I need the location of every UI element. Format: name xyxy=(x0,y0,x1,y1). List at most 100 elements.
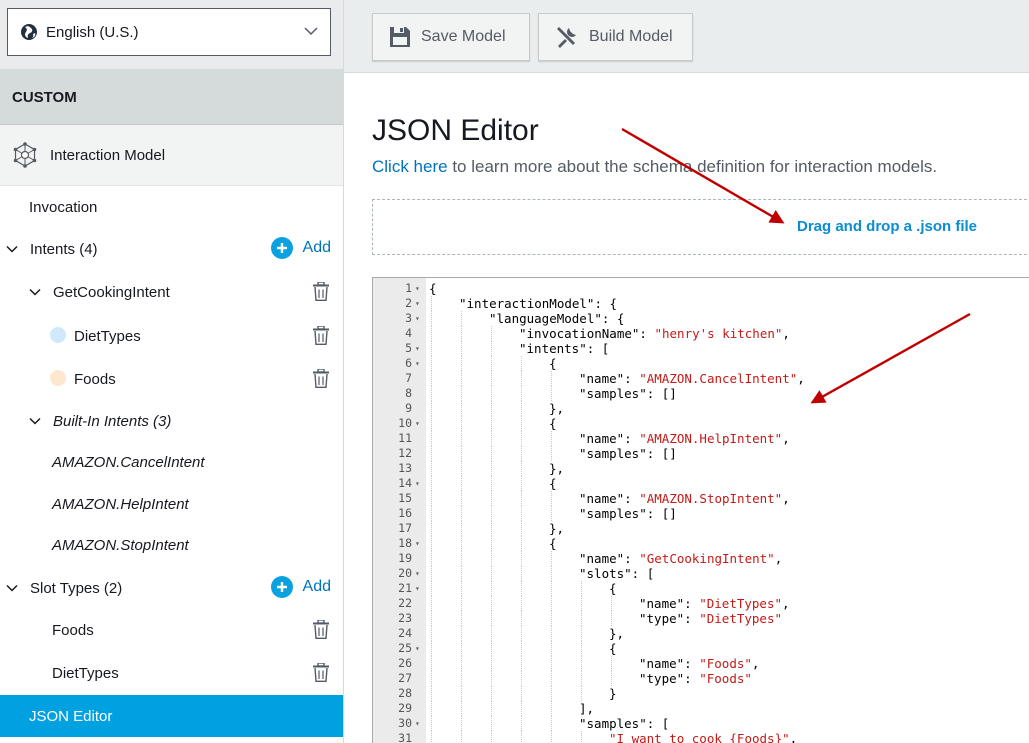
fold-toggle-icon[interactable]: ▾ xyxy=(415,566,420,581)
fold-toggle-icon[interactable]: ▾ xyxy=(415,476,420,491)
fold-toggle-icon[interactable]: ▾ xyxy=(415,311,420,326)
line-number: 9 xyxy=(405,401,412,415)
code-text: "invocationName": "henry's kitchen", xyxy=(519,326,790,341)
json-dropzone[interactable]: Drag and drop a .json file xyxy=(372,199,1029,255)
chevron-down-icon[interactable] xyxy=(29,415,41,427)
indent-guide xyxy=(491,431,492,446)
nav-slot-type-foods[interactable]: Foods xyxy=(0,609,343,651)
indent-guide xyxy=(521,701,522,716)
json-code-editor[interactable]: 1 ▾{2 ▾ "interactionModel": {3 ▾ "languageMod… xyxy=(372,277,1029,743)
nav-builtin-stop-label: AMAZON.StopIntent xyxy=(52,536,189,554)
section-header-custom: CUSTOM xyxy=(0,70,343,125)
code-line: 22 "name": "DietTypes", xyxy=(373,596,1029,611)
indent-guide xyxy=(521,626,522,641)
nav-slot-foods[interactable]: Foods xyxy=(0,358,343,400)
fold-toggle-icon[interactable]: ▾ xyxy=(415,341,420,356)
fold-toggle-icon[interactable]: ▾ xyxy=(415,716,420,731)
nav-slot-types[interactable]: Slot Types (2) Add xyxy=(0,567,343,609)
add-intent-button[interactable]: Add xyxy=(270,237,331,259)
line-number: 14 xyxy=(398,476,412,490)
fold-toggle-icon[interactable]: ▾ xyxy=(415,356,420,371)
indent-guide xyxy=(521,446,522,461)
trash-icon[interactable] xyxy=(313,620,329,639)
fold-toggle-icon[interactable]: ▾ xyxy=(415,296,420,311)
line-number: 29 xyxy=(398,701,412,715)
nav-interaction-model[interactable]: Interaction Model xyxy=(0,125,343,186)
code-line: 28} xyxy=(373,686,1029,701)
language-area: English (U.S.) xyxy=(0,0,343,70)
line-number: 4 xyxy=(405,326,412,340)
fold-toggle-icon[interactable]: ▾ xyxy=(415,581,420,596)
indent-guide xyxy=(491,446,492,461)
indent-guide xyxy=(521,596,522,611)
trash-icon[interactable] xyxy=(313,282,329,301)
chevron-down-icon[interactable] xyxy=(6,243,18,255)
globe-icon xyxy=(21,24,37,40)
code-text: "samples": [] xyxy=(579,446,677,461)
nav-builtin-help[interactable]: AMAZON.HelpIntent xyxy=(0,483,343,525)
save-model-button[interactable]: Save Model xyxy=(372,13,530,61)
indent-guide xyxy=(431,491,432,506)
language-select[interactable]: English (U.S.) xyxy=(7,8,331,56)
code-line: 11 "name": "AMAZON.HelpIntent", xyxy=(373,431,1029,446)
code-line: 16 "samples": [] xyxy=(373,506,1029,521)
code-text: { xyxy=(609,581,617,596)
save-model-label: Save Model xyxy=(421,28,506,45)
nav-slot-diettypes-label: DietTypes xyxy=(74,327,141,345)
build-model-button[interactable]: Build Model xyxy=(538,13,693,61)
nav-slot-diettypes[interactable]: DietTypes xyxy=(0,315,343,357)
indent-guide xyxy=(521,611,522,626)
code-line: 14 ▾ { xyxy=(373,476,1029,491)
add-slot-type-button[interactable]: Add xyxy=(270,576,331,598)
indent-guide xyxy=(551,371,552,386)
line-number: 1 xyxy=(405,281,412,295)
indent-guide xyxy=(431,416,432,431)
toolbar: Save Model Build Model xyxy=(344,0,1029,73)
nav-slot-type-diettypes-label: DietTypes xyxy=(52,664,119,682)
slot-color-dot xyxy=(50,370,66,386)
indent-guide xyxy=(551,731,552,743)
indent-guide xyxy=(521,551,522,566)
nav-intents[interactable]: Intents (4) Add xyxy=(0,228,343,270)
code-text: "I want to cook {Foods}", xyxy=(609,731,798,743)
line-number: 10 xyxy=(398,416,412,430)
schema-help-link[interactable]: Click here xyxy=(372,157,448,176)
trash-icon[interactable] xyxy=(313,326,329,345)
nav-intent-getcooking[interactable]: GetCookingIntent xyxy=(0,271,343,313)
chevron-down-icon[interactable] xyxy=(6,582,18,594)
line-number: 11 xyxy=(398,431,412,445)
indent-guide xyxy=(551,581,552,596)
fold-toggle-icon[interactable]: ▾ xyxy=(415,281,420,296)
code-line: 13}, xyxy=(373,461,1029,476)
indent-guide xyxy=(551,686,552,701)
nav-builtin-cancel[interactable]: AMAZON.CancelIntent xyxy=(0,441,343,483)
indent-guide xyxy=(551,671,552,686)
trash-icon[interactable] xyxy=(313,369,329,388)
code-line: 25 ▾ { xyxy=(373,641,1029,656)
nav-json-editor[interactable]: JSON Editor xyxy=(0,695,343,737)
nav-builtin-intents[interactable]: Built-In Intents (3) xyxy=(0,400,343,442)
fold-toggle-icon[interactable]: ▾ xyxy=(415,416,420,431)
indent-guide xyxy=(431,686,432,701)
plus-circle-icon xyxy=(270,576,293,598)
indent-guide xyxy=(431,641,432,656)
indent-guide xyxy=(581,731,582,743)
indent-guide xyxy=(521,641,522,656)
indent-guide xyxy=(551,491,552,506)
indent-guide xyxy=(461,551,462,566)
indent-guide xyxy=(431,656,432,671)
fold-toggle-icon[interactable]: ▾ xyxy=(415,641,420,656)
indent-guide xyxy=(491,521,492,536)
nav-slot-type-diettypes[interactable]: DietTypes xyxy=(0,652,343,694)
nav-builtin-stop[interactable]: AMAZON.StopIntent xyxy=(0,524,343,566)
trash-icon[interactable] xyxy=(313,663,329,682)
indent-guide xyxy=(431,701,432,716)
code-line: 23 "type": "DietTypes" xyxy=(373,611,1029,626)
indent-guide xyxy=(521,416,522,431)
indent-guide xyxy=(491,536,492,551)
indent-guide xyxy=(551,446,552,461)
nav-invocation[interactable]: Invocation xyxy=(0,186,343,228)
fold-toggle-icon[interactable]: ▾ xyxy=(415,536,420,551)
chevron-down-icon[interactable] xyxy=(29,286,41,298)
line-number: 31 xyxy=(398,731,412,743)
